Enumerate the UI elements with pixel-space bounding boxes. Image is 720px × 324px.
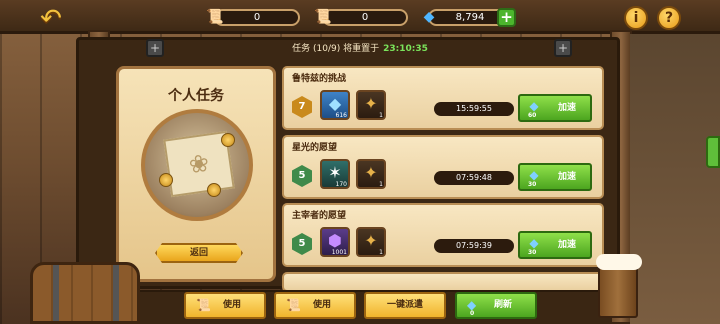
medal-reward-slot[interactable]: ✦ 1 (356, 90, 386, 120)
use-scroll-button-2[interactable]: 📜 使用 (274, 292, 356, 319)
speed-label: 加速 (557, 240, 576, 250)
medal-icon: ✦ (364, 231, 378, 250)
gem-icon: ◆ 30 (526, 168, 542, 188)
speed-cost: 30 (528, 249, 537, 256)
medal-reward-slot[interactable]: ✦ 1 (356, 159, 386, 189)
beer-foam (596, 254, 642, 270)
resource-scroll-2: 📜 0 (314, 9, 408, 26)
button-label: 使用 (222, 300, 241, 310)
resource-value: 0 (253, 12, 261, 23)
add-gems-button[interactable]: + (497, 8, 516, 27)
reward-count: 1 (379, 249, 383, 256)
hero-reward-slot[interactable]: ✶ 170 (320, 159, 350, 189)
gem-icon: ◆ 30 (526, 236, 542, 256)
reward-count: 170 (335, 181, 347, 188)
task-timer: 07:59:39 (434, 239, 514, 253)
refresh-cost: 0 (470, 310, 475, 317)
resource-scroll-1: 📜 0 (206, 9, 300, 26)
medal-reward-slot[interactable]: ✦ 1 (356, 227, 386, 257)
reset-timer: 23:10:35 (383, 44, 428, 54)
button-label: 刷新 (493, 300, 512, 310)
barrel-decoration (30, 262, 140, 324)
scroll-icon: 📜 (206, 9, 224, 25)
reward-count: 1 (379, 112, 383, 119)
purple-crystal-icon: ⬢ (328, 231, 342, 250)
coin-icon (159, 173, 173, 187)
refresh-button[interactable]: ◆ 0 刷新 (455, 292, 537, 319)
return-button[interactable]: 返回 (155, 243, 243, 263)
coin-icon (207, 183, 221, 197)
task-level-badge: 5 (292, 233, 312, 255)
beer-mug-decoration (596, 254, 642, 318)
task-timer: 07:59:48 (434, 171, 514, 185)
task-title: 星光的愿望 (292, 143, 338, 153)
personal-task-panel: 个人任务 ❀ 返回 (116, 66, 276, 282)
task-title: 主宰者的愿望 (292, 211, 347, 221)
panel-title: 个人任务 (168, 88, 224, 104)
task-reset-status: 任务 (10/9) 将重置于 23:10:35 (150, 41, 570, 58)
speed-cost: 60 (528, 112, 537, 119)
scroll-icon: 📜 (196, 298, 211, 312)
back-arrow-icon[interactable]: ↶ (36, 6, 66, 32)
barrel-hoop (113, 265, 119, 321)
reward-count: 1 (379, 181, 383, 188)
barrel-hoop (53, 265, 59, 321)
side-tab[interactable] (706, 136, 720, 168)
task-card-partial (282, 272, 604, 292)
help-icon[interactable]: ? (657, 6, 681, 30)
task-timer: 15:59:55 (434, 102, 514, 116)
info-icon[interactable]: i (624, 6, 648, 30)
dispatch-all-button[interactable]: 一键派遣 (364, 292, 446, 319)
task-level-badge: 7 (292, 96, 312, 118)
speed-up-button[interactable]: ◆ 30 加速 (518, 163, 592, 191)
gem-icon: ◆ 0 (467, 296, 476, 317)
speed-label: 加速 (557, 172, 576, 182)
quest-map-image: ❀ (141, 109, 253, 221)
speed-label: 加速 (557, 103, 576, 113)
task-status-text: 任务 (10/9) 将重置于 (292, 44, 380, 54)
task-card: 鲁特兹的挑战 7 ◆ 616 ✦ 1 15:59:55 ◆ 60 加速 (282, 66, 604, 130)
reward-count: 1001 (331, 249, 347, 256)
coin-icon (221, 133, 235, 147)
speed-cost: 30 (528, 181, 537, 188)
gem-icon: ◆ 60 (526, 99, 542, 119)
medal-icon: ✦ (364, 163, 378, 182)
task-level-badge: 5 (292, 165, 312, 187)
gem-icon: ◆ (328, 94, 342, 113)
task-title: 鲁特兹的挑战 (292, 74, 347, 84)
scroll-icon: 📜 (286, 298, 301, 312)
gem-reward-slot[interactable]: ◆ 616 (320, 90, 350, 120)
resource-value: 0 (361, 12, 369, 23)
crystal-reward-slot[interactable]: ⬢ 1001 (320, 227, 350, 257)
gem-icon: ◆ (423, 9, 435, 25)
medal-icon: ✦ (364, 94, 378, 113)
task-card: 主宰者的愿望 5 ⬢ 1001 ✦ 1 07:59:39 ◆ 30 加速 (282, 203, 604, 267)
speed-up-button[interactable]: ◆ 30 加速 (518, 231, 592, 259)
speed-up-button[interactable]: ◆ 60 加速 (518, 94, 592, 122)
button-label: 使用 (312, 300, 331, 310)
task-card: 星光的愿望 5 ✶ 170 ✦ 1 07:59:48 ◆ 30 加速 (282, 135, 604, 199)
reward-count: 616 (335, 112, 347, 119)
scroll-icon: 📜 (314, 9, 332, 25)
wizard-icon: ✶ (328, 163, 342, 182)
shelf-decoration (630, 34, 720, 324)
use-scroll-button-1[interactable]: 📜 使用 (184, 292, 266, 319)
